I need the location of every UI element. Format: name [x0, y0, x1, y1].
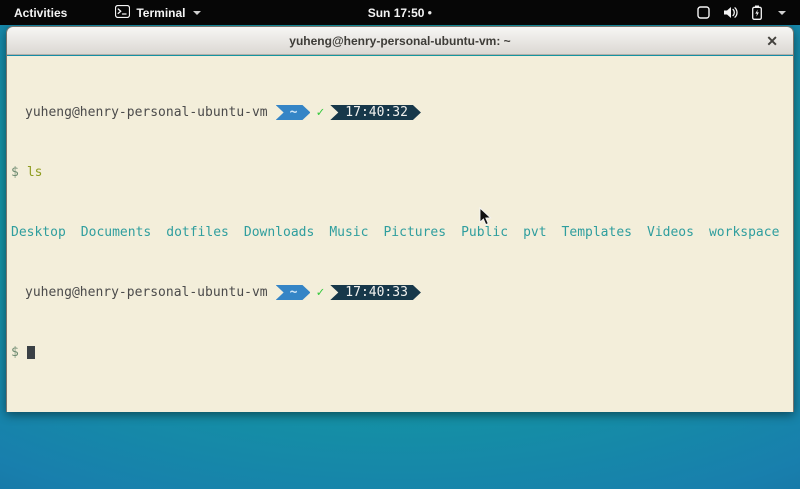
terminal-content[interactable]: yuheng@henry-personal-ubuntu-vm ~ ✓ 17:4…: [7, 56, 793, 412]
directory-name: workspace: [709, 225, 779, 240]
clock-label: Sun 17:50: [368, 6, 425, 20]
text-cursor: [27, 346, 35, 359]
prompt-status-check: ✓: [316, 105, 324, 120]
directory-name: Documents: [81, 225, 151, 240]
top-bar: Activities Terminal Sun 17:50 ●: [0, 0, 800, 25]
desktop: Activities Terminal Sun 17:50 ●: [0, 0, 800, 489]
system-tray[interactable]: [691, 0, 792, 25]
prompt-line: yuheng@henry-personal-ubuntu-vm ~ ✓ 17:4…: [9, 105, 791, 120]
prompt-status-check: ✓: [316, 285, 324, 300]
directory-name: pvt: [523, 225, 546, 240]
prompt-timestamp: 17:40:32: [330, 105, 421, 120]
prompt-symbol: $: [11, 345, 19, 360]
volume-icon: [723, 6, 738, 19]
chevron-down-icon: [778, 11, 786, 15]
terminal-window: yuheng@henry-personal-ubuntu-vm: ~ ✕ yuh…: [6, 26, 794, 412]
current-input-line[interactable]: $: [9, 345, 791, 360]
prompt-userhost: yuheng@henry-personal-ubuntu-vm: [25, 285, 268, 300]
activities-button[interactable]: Activities: [0, 0, 81, 25]
window-title: yuheng@henry-personal-ubuntu-vm: ~: [289, 34, 510, 48]
battery-charging-icon: [751, 5, 763, 20]
prompt-path-segment: ~: [276, 105, 311, 120]
window-titlebar[interactable]: yuheng@henry-personal-ubuntu-vm: ~ ✕: [7, 27, 793, 55]
prompt-line: yuheng@henry-personal-ubuntu-vm ~ ✓ 17:4…: [9, 285, 791, 300]
command-line: $ ls: [9, 165, 791, 180]
terminal-icon: [115, 5, 130, 21]
prompt-timestamp: 17:40:33: [330, 285, 421, 300]
chevron-down-icon: [193, 11, 201, 15]
directory-name: dotfiles: [166, 225, 229, 240]
app-menu-label: Terminal: [136, 6, 185, 20]
prompt-userhost: yuheng@henry-personal-ubuntu-vm: [25, 105, 268, 120]
ls-output-line: Desktop Documents dotfiles Downloads Mus…: [9, 225, 791, 240]
notification-dot: ●: [427, 9, 432, 17]
app-menu-terminal[interactable]: Terminal: [107, 0, 209, 25]
clock-button[interactable]: Sun 17:50 ●: [368, 0, 433, 25]
directory-name: Videos: [647, 225, 694, 240]
screen-icon: [697, 6, 710, 19]
directory-name: Desktop: [11, 225, 66, 240]
prompt-path-segment: ~: [276, 285, 311, 300]
directory-name: Downloads: [244, 225, 314, 240]
prompt-symbol: $: [11, 165, 19, 180]
directory-name: Pictures: [383, 225, 446, 240]
directory-name: Public: [461, 225, 508, 240]
directory-name: Music: [329, 225, 368, 240]
close-button[interactable]: ✕: [766, 34, 778, 48]
command-text: ls: [27, 165, 43, 180]
directory-name: Templates: [562, 225, 632, 240]
